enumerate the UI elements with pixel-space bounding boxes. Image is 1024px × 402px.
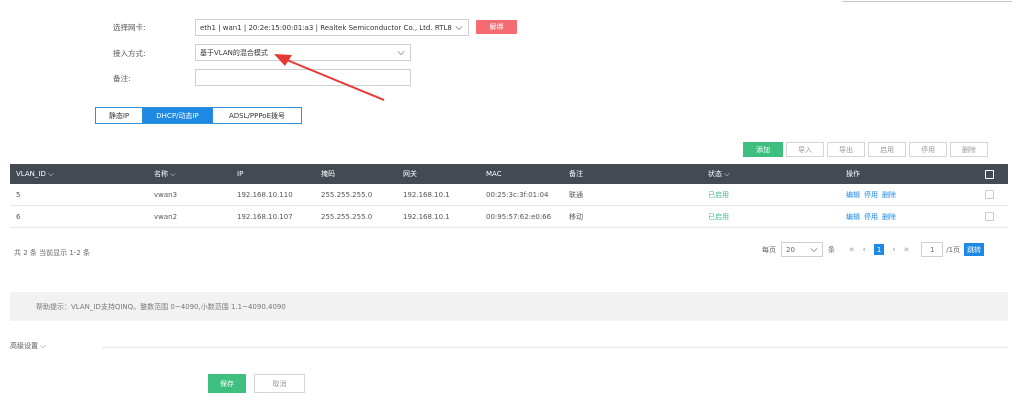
status-badge: 已启用 bbox=[708, 212, 729, 221]
total-pages: /1页 bbox=[946, 245, 961, 254]
annotation-arrow-icon bbox=[274, 54, 385, 101]
disable-button[interactable]: 停用 bbox=[909, 142, 947, 157]
cell-ip: 192.168.10.110 bbox=[237, 190, 293, 199]
chevron-down-icon: ⌵ bbox=[40, 342, 46, 350]
delete-link[interactable]: 删除 bbox=[882, 191, 896, 199]
page-jump-input[interactable]: 1 bbox=[921, 242, 944, 257]
row-ops: 编辑 停用 删除 bbox=[846, 212, 900, 222]
chevron-down-icon: ⌵ bbox=[724, 170, 730, 178]
row-checkbox[interactable] bbox=[985, 212, 994, 221]
per-page-select[interactable]: 20 bbox=[781, 242, 823, 257]
prev-page-icon[interactable]: ‹ bbox=[863, 245, 867, 255]
header-name[interactable]: 名称 ⌵ bbox=[154, 169, 176, 179]
cell-vlan-id: 6 bbox=[16, 212, 21, 221]
advanced-divider bbox=[102, 347, 1008, 348]
help-hint: 帮助提示：VLAN_ID支持QINQ。整数范围 0~4090,小数范围 1.1~… bbox=[10, 292, 1008, 321]
unbind-button[interactable]: 解绑 bbox=[476, 20, 517, 34]
delete-link[interactable]: 删除 bbox=[882, 213, 896, 221]
per-page-value: 20 bbox=[786, 245, 795, 254]
chevron-down-icon bbox=[455, 26, 463, 31]
delete-button[interactable]: 删除 bbox=[950, 142, 988, 157]
pagination: 每页 20 条 « ‹ 1 › » 1 /1页 跳转 bbox=[762, 242, 985, 257]
select-all-checkbox[interactable] bbox=[985, 169, 994, 179]
cell-note: 联通 bbox=[569, 190, 583, 199]
add-button[interactable]: 添加 bbox=[743, 142, 783, 157]
header-mask: 掩码 bbox=[321, 170, 335, 178]
last-page-icon[interactable]: » bbox=[904, 245, 910, 255]
cell-ip: 192.168.10.107 bbox=[237, 212, 293, 221]
cell-mac: 00:95:57:62:e0:66 bbox=[486, 212, 552, 221]
edit-link[interactable]: 编辑 bbox=[846, 213, 860, 221]
nic-select-value: eth1 | wan1 | 20:2e:15:00:01:a3 | Realte… bbox=[200, 23, 452, 32]
export-button[interactable]: 导出 bbox=[827, 142, 865, 157]
save-button[interactable]: 保存 bbox=[208, 374, 246, 393]
current-page[interactable]: 1 bbox=[874, 244, 885, 255]
enable-button[interactable]: 启用 bbox=[868, 142, 906, 157]
table-summary: 共 2 条 当前显示 1-2 条 bbox=[14, 249, 91, 257]
header-vlan-id[interactable]: VLAN_ID ⌵ bbox=[16, 170, 53, 179]
header-note: 备注 bbox=[569, 170, 583, 178]
cell-name: vwan3 bbox=[154, 190, 178, 199]
access-mode-tabs: 静态IP DHCP/动态IP ADSL/PPPoE拨号 bbox=[95, 107, 302, 124]
nic-select[interactable]: eth1 | wan1 | 20:2e:15:00:01:a3 | Realte… bbox=[195, 19, 469, 36]
advanced-settings-toggle[interactable]: 高级设置 ⌵ bbox=[10, 341, 46, 351]
cell-mac: 00:25:3c:3f:01:04 bbox=[486, 190, 549, 199]
goto-button[interactable]: 跳转 bbox=[964, 243, 985, 256]
disable-link[interactable]: 停用 bbox=[864, 213, 878, 221]
table-row: 6 vwan2 192.168.10.107 255.255.255.0 192… bbox=[10, 206, 1008, 228]
import-button[interactable]: 导入 bbox=[786, 142, 824, 157]
note-label: 备注: bbox=[113, 74, 131, 83]
tab-pppoe[interactable]: ADSL/PPPoE拨号 bbox=[213, 108, 301, 123]
cancel-button[interactable]: 取消 bbox=[254, 374, 305, 393]
header-status[interactable]: 状态 ⌵ bbox=[708, 169, 730, 179]
per-page-unit: 条 bbox=[828, 245, 835, 254]
cell-name: vwan2 bbox=[154, 212, 178, 221]
header-ops: 操作 bbox=[846, 170, 860, 178]
cell-vlan-id: 5 bbox=[16, 190, 21, 199]
tab-dhcp[interactable]: DHCP/动态IP bbox=[143, 108, 213, 123]
header-ip: IP bbox=[237, 170, 244, 178]
table-row: 5 vwan3 192.168.10.110 255.255.255.0 192… bbox=[10, 184, 1008, 206]
header-gateway: 网关 bbox=[403, 170, 417, 178]
access-label: 接入方式: bbox=[113, 49, 146, 58]
vlan-table: VLAN_ID ⌵ 名称 ⌵ IP 掩码 网关 MAC 备注 状态 ⌵ 操作 5… bbox=[10, 164, 1008, 228]
cell-mask: 255.255.255.0 bbox=[321, 212, 373, 221]
cell-note: 移动 bbox=[569, 212, 583, 221]
header-mac: MAC bbox=[486, 170, 502, 178]
tab-static-ip[interactable]: 静态IP bbox=[96, 108, 143, 123]
chevron-down-icon: ⌵ bbox=[170, 170, 176, 178]
disable-link[interactable]: 停用 bbox=[864, 191, 878, 199]
cell-gateway: 192.168.10.1 bbox=[403, 190, 450, 199]
first-page-icon[interactable]: « bbox=[849, 245, 855, 255]
edit-link[interactable]: 编辑 bbox=[846, 191, 860, 199]
per-page-label: 每页 bbox=[762, 245, 776, 254]
chevron-down-icon: ⌵ bbox=[48, 169, 54, 178]
table-header: VLAN_ID ⌵ 名称 ⌵ IP 掩码 网关 MAC 备注 状态 ⌵ 操作 bbox=[10, 164, 1008, 184]
chevron-down-icon bbox=[810, 248, 818, 253]
access-select-value: 基于VLAN的混合模式 bbox=[200, 48, 268, 57]
top-right-divider bbox=[842, 0, 1012, 2]
cell-gateway: 192.168.10.1 bbox=[403, 212, 450, 221]
next-page-icon[interactable]: › bbox=[892, 245, 896, 255]
table-toolbar: 添加 导入 导出 启用 停用 删除 bbox=[743, 142, 988, 157]
row-checkbox[interactable] bbox=[985, 190, 994, 199]
status-badge: 已启用 bbox=[708, 190, 729, 199]
cell-mask: 255.255.255.0 bbox=[321, 190, 373, 199]
row-ops: 编辑 停用 删除 bbox=[846, 190, 900, 200]
nic-label: 选择网卡: bbox=[113, 23, 146, 32]
